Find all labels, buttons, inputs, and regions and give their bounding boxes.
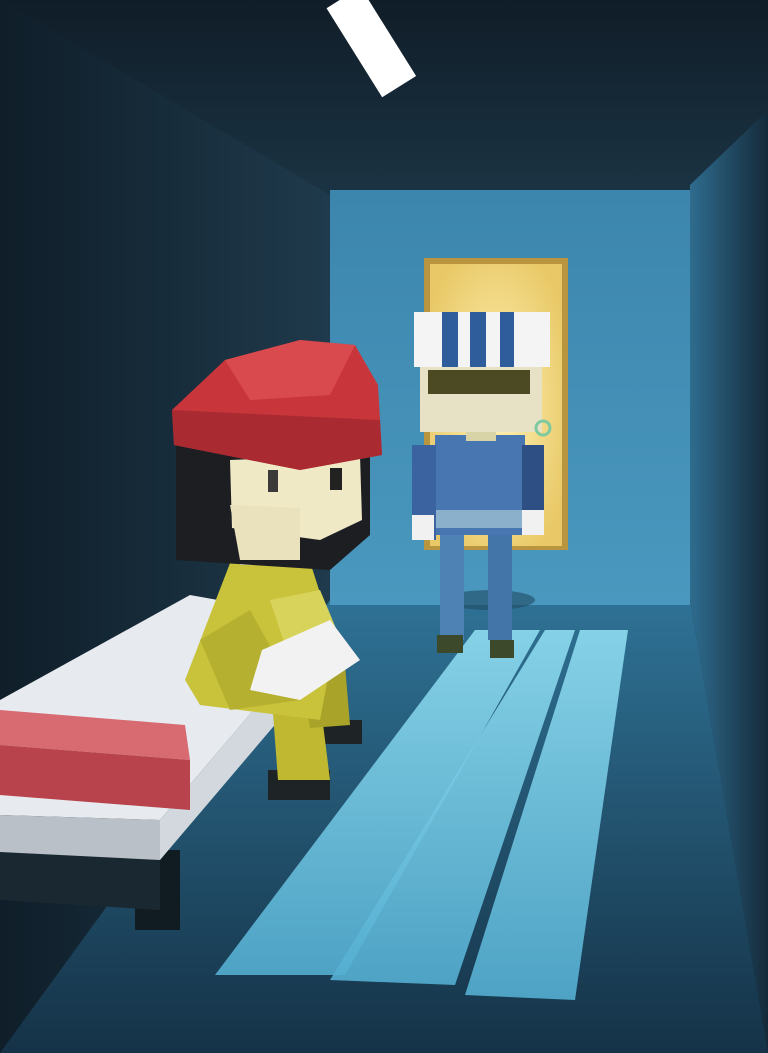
game-scene [0,0,768,1053]
eye [330,468,342,490]
sunglasses [428,370,530,394]
